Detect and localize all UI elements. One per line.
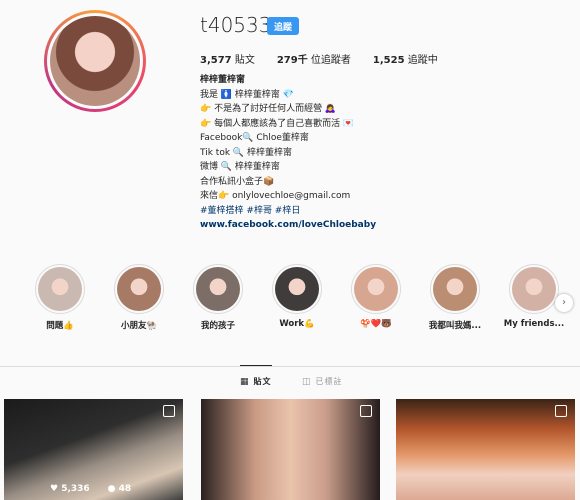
post-thumbnail[interactable] — [201, 399, 380, 500]
bio-website-link[interactable]: www.facebook.com/loveChloebaby — [200, 218, 570, 233]
highlight-cover — [433, 267, 477, 311]
stat-posts-label: 貼文 — [234, 55, 255, 66]
stat-followers-label: 位追蹤者 — [310, 55, 351, 66]
carousel-icon — [555, 405, 567, 417]
highlight-cover — [275, 267, 319, 311]
highlight-ring — [272, 264, 322, 314]
bio-line: Facebook🔍 Chloe董梓甯 — [200, 133, 309, 143]
story-highlights: 問題👍 小朋友🐏 我的孩子 Work💪 🍄❤️🐻 我都叫我媽... My fri… — [22, 264, 578, 338]
stat-posts: 3,577 貼文 — [200, 51, 255, 66]
bio-hashtags[interactable]: #董梓搭梓 #梓哥 #梓日 — [200, 204, 570, 219]
bio-line: 👉 每個人都應該為了自己喜歡而活 💌 — [200, 118, 355, 129]
comments-count: ● 48 — [107, 484, 132, 494]
bio-full-name: 梓梓董梓甯 — [200, 75, 246, 85]
grid-icon: ▦ — [240, 376, 250, 387]
stat-following[interactable]: 1,525 追蹤中 — [373, 51, 438, 66]
highlight-ring — [193, 264, 243, 314]
highlight-item[interactable]: 我都叫我媽... — [417, 264, 493, 331]
bio-line: Tik tok 🔍 梓梓董梓甯 — [200, 147, 292, 158]
highlight-label: 我都叫我媽... — [428, 321, 482, 331]
bio-line: 合作私訊小盒子📦 — [200, 176, 275, 187]
tabs-divider — [0, 366, 580, 367]
highlight-label: 問題👍 — [46, 321, 74, 331]
highlight-label: 我的孩子 — [200, 321, 235, 331]
highlight-item[interactable]: 🍄❤️🐻 — [338, 264, 414, 329]
highlight-cover — [354, 267, 398, 311]
highlight-cover — [196, 267, 240, 311]
tab-posts[interactable]: ▦ 貼文 — [240, 365, 272, 387]
stat-following-value: 1,525 — [372, 55, 405, 66]
bio-line: 我是 🚺 梓梓董梓甯 💎 — [200, 89, 294, 100]
avatar-image — [50, 16, 140, 106]
post-stats-overlay: ♥ 5,336 ● 48 — [4, 478, 183, 500]
chevron-right-icon[interactable]: › — [555, 294, 573, 312]
avatar-inner — [47, 13, 143, 109]
stat-followers[interactable]: 279千 位追蹤者 — [277, 51, 351, 66]
carousel-icon — [163, 405, 175, 417]
stat-posts-value: 3,577 — [200, 55, 232, 66]
highlight-item[interactable]: 小朋友🐏 — [101, 264, 177, 331]
bio-line: 微博 🔍 梓梓董梓甯 — [200, 162, 280, 172]
stat-following-label: 追蹤中 — [407, 55, 438, 66]
highlight-item[interactable]: 問題👍 — [22, 264, 98, 331]
tab-tagged[interactable]: ◫ 已標註 — [302, 376, 343, 387]
bio-line: 👉 不是為了討好任何人而經營 🙇‍♀️ — [200, 104, 337, 114]
highlight-label: Work💪 — [279, 319, 315, 329]
tab-tagged-label: 已標註 — [315, 377, 343, 386]
profile-bio: 梓梓董梓甯 我是 🚺 梓梓董梓甯 💎 👉 不是為了討好任何人而經營 🙇‍♀️ 👉… — [200, 73, 570, 233]
highlight-cover — [117, 267, 161, 311]
highlight-ring — [430, 264, 480, 314]
post-thumbnail[interactable] — [396, 399, 575, 500]
profile-username: t40533 — [200, 13, 272, 37]
highlight-cover — [38, 267, 82, 311]
tab-posts-label: 貼文 — [253, 377, 272, 386]
tagged-icon: ◫ — [302, 376, 312, 387]
highlight-ring — [351, 264, 401, 314]
highlight-ring — [35, 264, 85, 314]
carousel-icon — [360, 405, 372, 417]
highlight-ring — [509, 264, 559, 314]
likes-value: 5,336 — [61, 484, 90, 494]
highlight-ring — [114, 264, 164, 314]
bio-line: 來信👉 onlylovechloe@gmail.com — [200, 191, 351, 201]
highlight-label: 🍄❤️🐻 — [360, 319, 392, 329]
follow-button[interactable]: 追蹤 — [267, 17, 299, 35]
highlight-item[interactable]: Work💪 — [259, 264, 335, 329]
likes-count: ♥ 5,336 — [50, 484, 90, 494]
highlight-label: My friends... — [503, 319, 565, 329]
stat-followers-value: 279千 — [276, 55, 308, 66]
highlight-item[interactable]: 我的孩子 — [180, 264, 256, 331]
highlight-cover — [512, 267, 556, 311]
profile-stats: 3,577 貼文 279千 位追蹤者 1,525 追蹤中 — [200, 51, 460, 66]
comments-value: 48 — [118, 484, 132, 494]
post-thumbnail[interactable]: ♥ 5,336 ● 48 — [4, 399, 183, 500]
profile-avatar[interactable] — [44, 10, 146, 112]
highlight-label: 小朋友🐏 — [120, 321, 158, 331]
